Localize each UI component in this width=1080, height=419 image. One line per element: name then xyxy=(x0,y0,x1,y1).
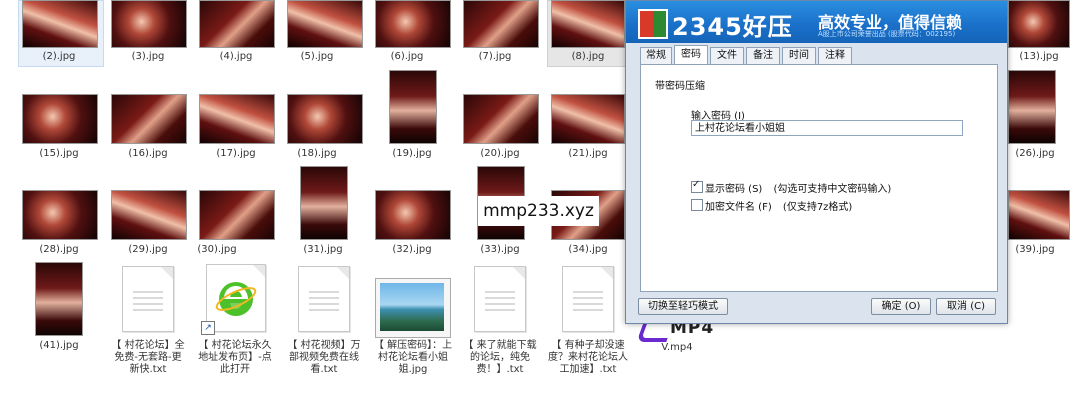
file-name[interactable]: 【 村花论坛】全免费-无套路-更新快.txt xyxy=(110,340,186,376)
thumbnail-image[interactable] xyxy=(463,94,539,144)
thumbnail-image[interactable] xyxy=(375,0,451,48)
tab-files[interactable]: 文件 xyxy=(710,47,744,64)
file-name[interactable]: (30).jpg xyxy=(180,244,254,256)
thumbnail-image[interactable] xyxy=(22,94,98,144)
file-name[interactable]: (13).jpg xyxy=(1002,51,1076,63)
encrypt-filenames-label[interactable]: 加密文件名 (F) (仅支持7z格式) xyxy=(705,198,852,213)
file-name[interactable]: (6).jpg xyxy=(370,51,444,63)
text-file-icon[interactable] xyxy=(122,266,174,332)
file-name[interactable]: (39).jpg xyxy=(998,244,1072,256)
thumbnail-image[interactable] xyxy=(35,262,83,336)
thumbnail-image[interactable] xyxy=(22,190,98,240)
thumbnail-image[interactable] xyxy=(1008,190,1070,240)
thumbnail-image[interactable] xyxy=(389,70,437,144)
tab-backup[interactable]: 备注 xyxy=(746,47,780,64)
thumbnail-image[interactable] xyxy=(551,0,625,48)
file-name[interactable]: (5).jpg xyxy=(280,51,354,63)
show-password-checkbox[interactable] xyxy=(691,179,703,193)
thumbnail-image[interactable] xyxy=(287,0,363,48)
switch-mode-button[interactable]: 切换至轻巧模式 xyxy=(638,298,728,315)
mp4-logo-swoosh xyxy=(636,322,674,342)
file-name[interactable]: (15).jpg xyxy=(22,148,96,160)
file-name[interactable]: (31).jpg xyxy=(286,244,360,256)
compression-dialog: 2345好压 高效专业，值得信赖 A股上市公司荣誉出品 (股票代码：002195… xyxy=(625,0,1008,324)
file-name[interactable]: (4).jpg xyxy=(199,51,273,63)
thumbnail-image[interactable] xyxy=(463,0,539,48)
thumbnail-image[interactable] xyxy=(111,190,187,240)
file-name[interactable]: (17).jpg xyxy=(199,148,273,160)
file-name[interactable]: (20).jpg xyxy=(463,148,537,160)
text-file-icon[interactable] xyxy=(474,266,526,332)
password-input[interactable]: 上村花论坛看小姐姐 xyxy=(691,120,963,136)
tab-general[interactable]: 常规 xyxy=(640,47,672,64)
file-name[interactable]: 【 村花视频】万部视频免费在线看.txt xyxy=(286,340,362,376)
tab-time[interactable]: 时间 xyxy=(782,47,816,64)
thumbnail-image[interactable] xyxy=(199,190,275,240)
file-name[interactable]: V.mp4 xyxy=(640,342,714,354)
text-file-icon[interactable] xyxy=(298,266,350,332)
brand-name: 2345好压 xyxy=(672,13,793,41)
image-file-thumbnail[interactable] xyxy=(375,278,451,338)
file-name[interactable]: 【 来了就能下载的论坛，纯免费！】.txt xyxy=(462,340,538,376)
file-name[interactable]: (21).jpg xyxy=(551,148,625,160)
show-password-text: 显示密码 (S) xyxy=(705,184,763,195)
watermark-label: mmp233.xyz xyxy=(478,196,599,226)
file-name[interactable]: (19).jpg xyxy=(375,148,449,160)
thumbnail-image[interactable] xyxy=(111,94,187,144)
file-name[interactable]: (7).jpg xyxy=(458,51,532,63)
thumbnail-image[interactable] xyxy=(551,94,625,144)
2345-logo-icon xyxy=(638,9,668,39)
password-panel: 带密码压缩 输入密码 (I) 上村花论坛看小姐姐 显示密码 (S) (勾选可支持… xyxy=(640,64,998,292)
encrypt-filenames-text: 加密文件名 (F) xyxy=(705,202,772,213)
file-name[interactable]: 【 有种子却没速度？来村花论坛人工加速】.txt xyxy=(548,340,628,376)
file-name[interactable]: 【 村花论坛永久地址发布页】-点此打开 xyxy=(196,340,274,376)
ie-shortcut-icon[interactable]: ↗ xyxy=(201,264,266,335)
shortcut-arrow-icon: ↗ xyxy=(201,321,215,335)
show-password-label[interactable]: 显示密码 (S) (勾选可支持中文密码输入) xyxy=(705,180,891,195)
encrypt-filenames-checkbox[interactable] xyxy=(691,199,703,211)
ok-button[interactable]: 确定 (O) xyxy=(871,298,931,315)
file-name[interactable]: (26).jpg xyxy=(998,148,1072,160)
file-name[interactable]: (29).jpg xyxy=(111,244,185,256)
thumbnail-image[interactable] xyxy=(287,94,363,144)
dialog-banner: 2345好压 高效专业，值得信赖 A股上市公司荣誉出品 (股票代码：002195… xyxy=(626,1,1007,43)
file-name[interactable]: (32).jpg xyxy=(375,244,449,256)
thumbnail-image[interactable] xyxy=(1008,0,1070,48)
show-password-hint: (勾选可支持中文密码输入) xyxy=(773,184,892,195)
file-name[interactable]: (3).jpg xyxy=(111,51,185,63)
file-name[interactable]: 【 解压密码】：上村花论坛看小姐姐.jpg xyxy=(372,340,454,376)
thumbnail-image[interactable] xyxy=(22,0,98,48)
text-file-icon[interactable] xyxy=(562,266,614,332)
file-name[interactable]: (34).jpg xyxy=(551,244,625,256)
group-title: 带密码压缩 xyxy=(655,81,705,92)
brand-subline: A股上市公司荣誉出品 (股票代码：002195) xyxy=(818,30,956,38)
encrypt-filenames-hint: (仅支持7z格式) xyxy=(782,202,853,213)
thumbnail-image[interactable] xyxy=(1008,70,1056,144)
thumbnail-image[interactable] xyxy=(199,0,275,48)
thumbnail-image[interactable] xyxy=(300,166,348,240)
file-name[interactable]: (28).jpg xyxy=(22,244,96,256)
file-name[interactable]: (41).jpg xyxy=(22,340,96,352)
file-name[interactable]: (8).jpg xyxy=(551,51,625,63)
thumbnail-image[interactable] xyxy=(375,190,451,240)
thumbnail-image[interactable] xyxy=(111,0,187,48)
thumbnail-image[interactable] xyxy=(199,94,275,144)
file-name[interactable]: (33).jpg xyxy=(463,244,537,256)
landscape-preview xyxy=(380,283,444,331)
file-name[interactable]: (16).jpg xyxy=(111,148,185,160)
file-name[interactable]: (18).jpg xyxy=(280,148,354,160)
internet-explorer-icon xyxy=(215,282,257,316)
tab-password[interactable]: 密码 xyxy=(674,45,708,64)
file-name[interactable]: (2).jpg xyxy=(22,51,96,63)
cancel-button[interactable]: 取消 (C) xyxy=(936,298,996,315)
tab-comment[interactable]: 注释 xyxy=(818,47,852,64)
